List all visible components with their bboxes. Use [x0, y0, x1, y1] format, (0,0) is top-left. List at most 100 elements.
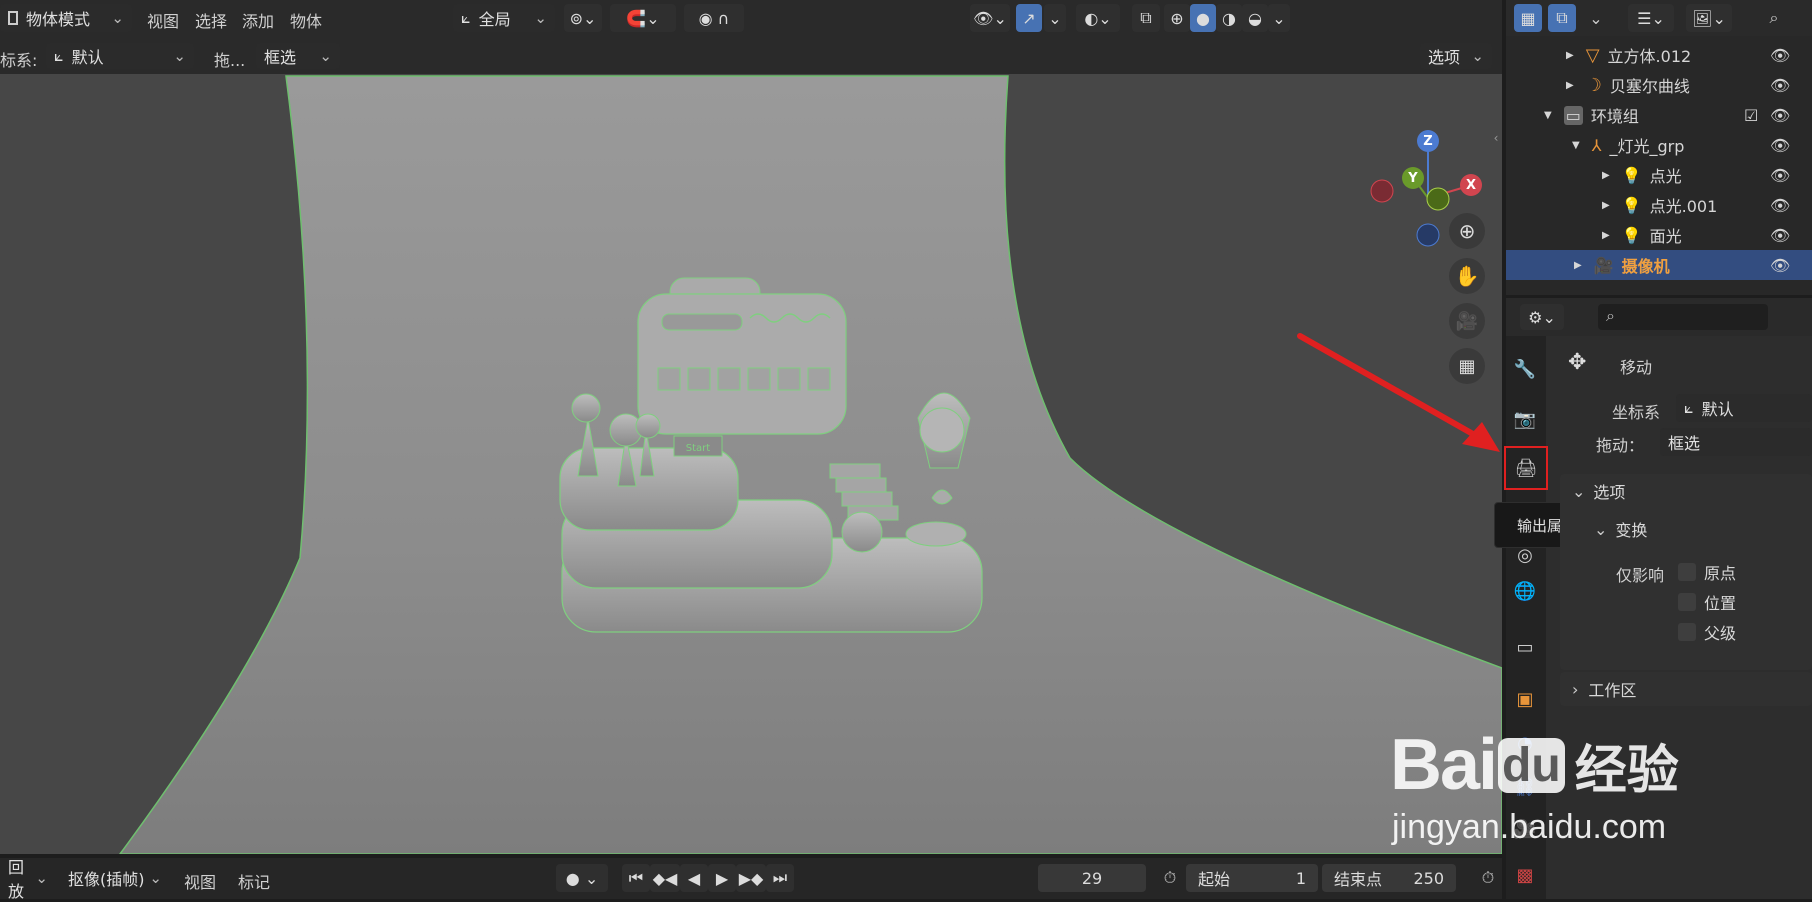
- expand-arrow-icon[interactable]: ▶: [1602, 170, 1610, 181]
- zoom-icon[interactable]: ⊕: [1449, 213, 1485, 249]
- material-shading-icon[interactable]: ◑: [1216, 4, 1242, 32]
- proportional-edit-icon[interactable]: ◉ ∩: [684, 4, 744, 32]
- expand-arrow-icon[interactable]: ▶: [1602, 200, 1610, 211]
- options-panel-header[interactable]: ⌄ 选项: [1562, 476, 1812, 506]
- search-icon[interactable]: ⌕: [1756, 4, 1792, 32]
- eye-icon[interactable]: 👁: [1770, 196, 1790, 215]
- light-icon: 💡: [1621, 195, 1642, 215]
- coord-dropdown[interactable]: ⟀ 默认: [46, 43, 194, 69]
- pivot-icon[interactable]: ⊚⌄: [564, 4, 602, 32]
- eye-icon[interactable]: 👁: [1770, 46, 1790, 65]
- end-frame-field[interactable]: 结束点 250: [1322, 864, 1456, 892]
- keying-dropdown[interactable]: 抠像(插帧): [60, 864, 170, 892]
- affect-parent-checkbox[interactable]: 父级: [1678, 620, 1736, 644]
- outliner-row[interactable]: ▶ 💡 点光 👁: [1506, 160, 1812, 190]
- checkbox-icon[interactable]: ☑: [1744, 106, 1758, 125]
- next-keyframe-icon[interactable]: ▶◆: [736, 864, 766, 892]
- options-dropdown[interactable]: 选项: [1420, 43, 1492, 69]
- transform-subpanel-header[interactable]: ⌄ 变换: [1594, 514, 1647, 544]
- gizmo-toggle-icon[interactable]: ↗: [1016, 4, 1042, 32]
- jump-end-icon[interactable]: ⏭: [766, 864, 794, 892]
- collection-tab-icon[interactable]: ▭: [1506, 628, 1544, 666]
- outliner-panel: ▦ ⧉ ⌄ ☰⌄ 🖼⌄ ⌕ ▶ ▽ 立方体.012 👁 ▶ ☽ 贝塞尔曲线 👁 …: [1506, 0, 1812, 295]
- tool-tab-icon[interactable]: 🔧: [1506, 350, 1544, 388]
- rendered-shading-icon[interactable]: ◒: [1242, 4, 1268, 32]
- props-drag-dropdown[interactable]: 框选: [1660, 428, 1812, 456]
- object-tab-icon[interactable]: ▣: [1506, 680, 1544, 718]
- timeline-view-menu[interactable]: 视图: [184, 869, 216, 893]
- overlay-icon[interactable]: ◐⌄: [1076, 4, 1120, 32]
- menu-object[interactable]: 物体: [290, 8, 322, 32]
- outliner-row[interactable]: ▼ ⅄ _灯光_grp 👁: [1506, 130, 1812, 160]
- collapse-arrow-icon[interactable]: ▼: [1572, 140, 1580, 151]
- eye-icon[interactable]: 👁: [1770, 106, 1790, 125]
- display-mode-icon[interactable]: ▦: [1514, 4, 1542, 32]
- gizmo-y-icon[interactable]: Y: [1402, 167, 1424, 189]
- eye-icon[interactable]: 👁: [1770, 166, 1790, 185]
- editor-type-icon[interactable]: ⚙⌄: [1520, 304, 1564, 330]
- outliner-row[interactable]: ▶ ☽ 贝塞尔曲线 👁: [1506, 70, 1812, 100]
- playback-dropdown[interactable]: 回放: [0, 858, 56, 901]
- jump-start-icon[interactable]: ⏮: [622, 864, 650, 892]
- outliner-row[interactable]: ▼ ▭ 环境组 ☑ 👁: [1506, 100, 1812, 130]
- properties-search-input[interactable]: ⌕: [1598, 304, 1768, 330]
- render-tab-icon[interactable]: 📷: [1506, 400, 1544, 438]
- sidebar-toggle-icon[interactable]: ‹: [1490, 98, 1502, 178]
- prev-keyframe-icon[interactable]: ◆◀: [650, 864, 680, 892]
- xray-icon[interactable]: ⧉: [1132, 4, 1160, 32]
- menu-add[interactable]: 添加: [242, 8, 274, 32]
- expand-arrow-icon[interactable]: ▶: [1566, 80, 1574, 91]
- outliner-row[interactable]: ▶ 💡 点光.001 👁: [1506, 190, 1812, 220]
- menu-view[interactable]: 视图: [147, 8, 179, 32]
- play-reverse-icon[interactable]: ◀: [680, 864, 708, 892]
- expand-arrow-icon[interactable]: ▶: [1574, 260, 1582, 271]
- outliner-row[interactable]: ▶ ▽ 立方体.012 👁: [1506, 40, 1812, 70]
- current-frame-field[interactable]: 29: [1038, 864, 1146, 892]
- props-coord-dropdown[interactable]: ⟀ 默认: [1676, 394, 1812, 422]
- eye-icon[interactable]: 👁: [1770, 76, 1790, 95]
- chevron-down-icon[interactable]: ⌄: [1582, 4, 1610, 32]
- workspace-panel-header[interactable]: › 工作区: [1560, 672, 1812, 706]
- gizmo-x-icon[interactable]: X: [1460, 174, 1482, 196]
- outliner-row[interactable]: ▶ 💡 面光 👁: [1506, 220, 1812, 250]
- expand-arrow-icon[interactable]: ▶: [1566, 50, 1574, 61]
- expand-arrow-icon[interactable]: ▶: [1602, 230, 1610, 241]
- play-icon[interactable]: ▶: [708, 864, 736, 892]
- timeline-marker-menu[interactable]: 标记: [238, 869, 270, 893]
- collapse-arrow-icon[interactable]: ▼: [1544, 110, 1552, 121]
- outliner-item-label: 摄像机: [1621, 257, 1670, 276]
- 3d-viewport[interactable]: Start Z Y X ⊕ ✋ 🎥 ▦ ‹: [0, 38, 1502, 854]
- affect-origin-checkbox[interactable]: 原点: [1678, 560, 1736, 584]
- output-tab-icon[interactable]: 🖨: [1504, 446, 1548, 490]
- gizmo-z-icon[interactable]: Z: [1417, 130, 1439, 152]
- new-collection-icon[interactable]: 🖼⌄: [1686, 4, 1732, 32]
- timer-icon[interactable]: ⏱: [1474, 864, 1502, 892]
- outliner-item-label: 贝塞尔曲线: [1609, 77, 1690, 96]
- record-icon[interactable]: ● ⌄: [556, 864, 608, 892]
- gizmo-dropdown-icon[interactable]: ⌄: [1044, 4, 1066, 32]
- filter-sync-icon[interactable]: ⧉: [1548, 4, 1576, 32]
- world-tab-icon[interactable]: 🌐: [1506, 572, 1544, 610]
- orientation-dropdown[interactable]: ⟀ 全局: [453, 4, 555, 32]
- tool-name: 移动: [1620, 358, 1653, 377]
- chevron-down-icon: ⌄: [1572, 481, 1586, 501]
- menu-select[interactable]: 选择: [195, 8, 227, 32]
- visibility-icon[interactable]: 👁⌄: [970, 4, 1010, 32]
- texture-tab-icon[interactable]: ▩: [1506, 856, 1544, 894]
- outliner-row-selected[interactable]: ▶ 🎥 摄像机 👁: [1506, 250, 1812, 280]
- pan-hand-icon[interactable]: ✋: [1449, 258, 1485, 294]
- solid-shading-icon[interactable]: ●: [1190, 4, 1216, 32]
- drag-dropdown[interactable]: 框选: [256, 43, 340, 69]
- start-frame-field[interactable]: 起始 1: [1186, 864, 1318, 892]
- eye-icon[interactable]: 👁: [1770, 256, 1790, 275]
- affect-location-checkbox[interactable]: 位置: [1678, 590, 1736, 614]
- wireframe-shading-icon[interactable]: ⊕: [1164, 4, 1190, 32]
- eye-icon[interactable]: 👁: [1770, 226, 1790, 245]
- curve-icon: ☽: [1585, 74, 1602, 96]
- stopwatch-icon[interactable]: ⏱: [1156, 864, 1184, 892]
- snap-icon[interactable]: 🧲⌄: [610, 4, 676, 32]
- shading-dropdown-icon[interactable]: ⌄: [1268, 4, 1290, 32]
- mode-dropdown[interactable]: 物体模式: [0, 4, 132, 32]
- filter-icon[interactable]: ☰⌄: [1628, 4, 1674, 32]
- eye-icon[interactable]: 👁: [1770, 136, 1790, 155]
